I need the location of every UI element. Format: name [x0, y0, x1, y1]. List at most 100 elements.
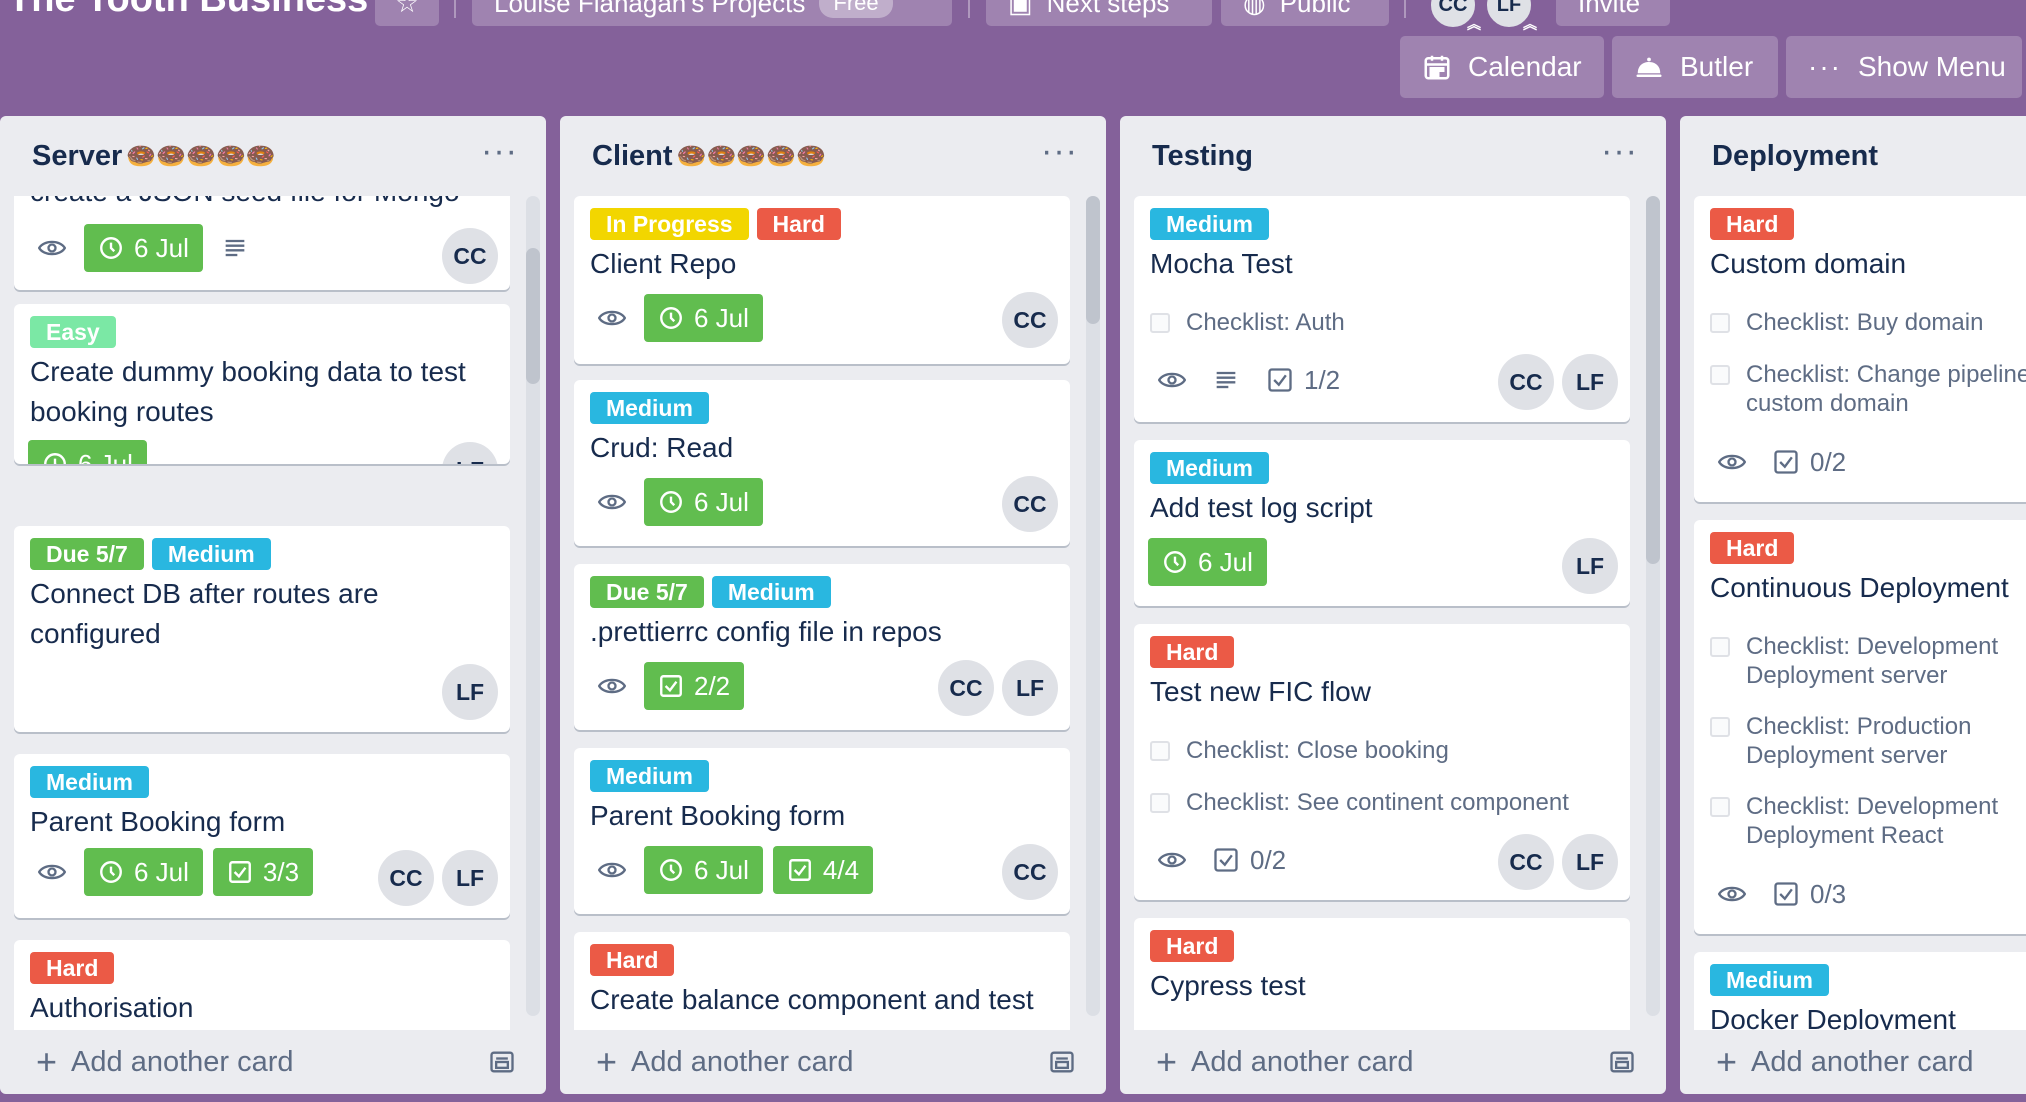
checklist-item[interactable]: Checklist: Change pipeline to custom dom…: [1710, 360, 2026, 418]
visibility-button[interactable]: ◍ Public: [1221, 0, 1389, 26]
list-header[interactable]: Server 🍩🍩🍩🍩🍩 ···: [0, 116, 546, 196]
checklist-item[interactable]: Checklist: Development Deployment React: [1710, 792, 2026, 850]
list-title[interactable]: Server: [32, 140, 122, 173]
checkbox-icon[interactable]: [1710, 797, 1730, 817]
card[interactable]: Medium Mocha Test Checklist: Auth 1/2 CC…: [1134, 196, 1630, 422]
list-scrollbar[interactable]: [1646, 196, 1660, 1016]
label-medium[interactable]: Medium: [1710, 964, 1829, 996]
label-medium[interactable]: Medium: [151, 538, 271, 570]
list-menu-button[interactable]: ···: [1601, 134, 1638, 168]
due-date-badge[interactable]: 6 Jul: [84, 848, 203, 896]
list-scrollbar[interactable]: [1086, 196, 1100, 1016]
list-title[interactable]: Deployment: [1712, 140, 1878, 173]
card[interactable]: Hard Cypress test: [1134, 918, 1630, 1030]
member-avatar[interactable]: LF: [1562, 354, 1618, 410]
label-hard[interactable]: Hard: [1150, 636, 1235, 668]
label-in-progress[interactable]: In Progress: [590, 208, 749, 240]
add-card-button[interactable]: + Add another card: [1156, 1044, 1414, 1080]
member-avatar[interactable]: LF: [442, 664, 498, 720]
scroll-thumb[interactable]: [1086, 196, 1100, 324]
checkbox-icon[interactable]: [1150, 313, 1170, 333]
calendar-button[interactable]: Calendar: [1400, 36, 1604, 98]
next-steps-button[interactable]: ▣ Next steps: [986, 0, 1212, 26]
card[interactable]: create a JSON seed file for Mongo 6 Jul …: [14, 196, 510, 290]
label-medium[interactable]: Medium: [1150, 452, 1269, 484]
label-hard[interactable]: Hard: [1710, 532, 1795, 564]
board-member-avatar[interactable]: LF ︽: [1484, 0, 1537, 31]
label-hard[interactable]: Hard: [1710, 208, 1795, 240]
checklist-item[interactable]: Checklist: Production Deployment server: [1710, 712, 2026, 770]
member-avatar[interactable]: LF: [1002, 660, 1058, 716]
checklist-item[interactable]: Checklist: Close booking: [1150, 736, 1620, 765]
label-hard[interactable]: Hard: [1150, 930, 1235, 962]
checkbox-icon[interactable]: [1150, 741, 1170, 761]
invite-button[interactable]: Invite: [1556, 0, 1670, 26]
label-medium[interactable]: Medium: [1150, 208, 1269, 240]
due-date-badge[interactable]: 6 Jul: [644, 846, 763, 894]
due-date-badge[interactable]: 6 Jul: [644, 294, 763, 342]
label-due[interactable]: Due 5/7: [30, 538, 144, 570]
list-header[interactable]: Deployment: [1680, 116, 2026, 196]
checklist-item[interactable]: Checklist: See continent component: [1150, 788, 1620, 817]
member-avatar[interactable]: LF: [1562, 538, 1618, 594]
member-avatar[interactable]: CC: [1002, 844, 1058, 900]
checkbox-icon[interactable]: [1710, 313, 1730, 333]
card[interactable]: In Progress Hard Client Repo 6 Jul CC: [574, 196, 1070, 364]
list-title[interactable]: Testing: [1152, 140, 1253, 173]
list-title[interactable]: Client: [592, 140, 673, 173]
label-medium[interactable]: Medium: [590, 392, 709, 424]
label-hard[interactable]: Hard: [756, 208, 841, 240]
due-date-badge[interactable]: 6 Jul: [644, 478, 763, 526]
card[interactable]: Due 5/7 Medium .prettierrc config file i…: [574, 564, 1070, 730]
team-button[interactable]: Louise Flanagan's Projects Free: [472, 0, 952, 26]
checklist-badge[interactable]: 1/2: [1258, 356, 1348, 404]
member-avatar[interactable]: LF: [1562, 834, 1618, 890]
list-header[interactable]: Testing ···: [1120, 116, 1666, 196]
label-hard[interactable]: Hard: [590, 944, 675, 976]
card[interactable]: Easy Create dummy booking data to test b…: [14, 304, 510, 464]
checklist-badge[interactable]: 0/3: [1764, 870, 1854, 918]
add-card-button[interactable]: + Add another card: [596, 1044, 854, 1080]
label-hard[interactable]: Hard: [30, 952, 115, 984]
checklist-badge[interactable]: 2/2: [644, 662, 745, 710]
member-avatar[interactable]: CC: [1002, 476, 1058, 532]
show-menu-button[interactable]: ··· Show Menu: [1786, 36, 2022, 98]
butler-button[interactable]: Butler: [1612, 36, 1778, 98]
card-template-icon[interactable]: [1608, 1048, 1636, 1076]
card[interactable]: Hard Continuous Deployment Checklist: De…: [1694, 520, 2026, 934]
member-avatar[interactable]: CC: [378, 850, 434, 906]
member-avatar[interactable]: CC: [1498, 354, 1554, 410]
add-card-button[interactable]: + Add another card: [36, 1044, 294, 1080]
member-avatar[interactable]: CC: [442, 228, 498, 284]
star-button[interactable]: ☆: [375, 0, 439, 26]
list-header[interactable]: Client 🍩🍩🍩🍩🍩 ···: [560, 116, 1106, 196]
checkbox-icon[interactable]: [1710, 637, 1730, 657]
checklist-item[interactable]: Checklist: Buy domain: [1710, 308, 2026, 337]
card[interactable]: Hard Create balance component and test: [574, 932, 1070, 1030]
board-member-avatar[interactable]: CC ︽: [1428, 0, 1481, 31]
card[interactable]: Due 5/7 Medium Connect DB after routes a…: [14, 526, 510, 732]
card[interactable]: Medium Parent Booking form 6 Jul 3/3 CC …: [14, 754, 510, 918]
checklist-badge[interactable]: 3/3: [212, 848, 314, 896]
checklist-badge[interactable]: 0/2: [1204, 836, 1294, 884]
checkbox-icon[interactable]: [1710, 365, 1730, 385]
card[interactable]: Medium Parent Booking form 6 Jul 4/4 CC: [574, 748, 1070, 914]
list-menu-button[interactable]: ···: [481, 134, 518, 168]
member-avatar[interactable]: LF: [442, 850, 498, 906]
card[interactable]: Medium Docker Deployment: [1694, 952, 2026, 1030]
card-template-icon[interactable]: [488, 1048, 516, 1076]
checklist-item[interactable]: Checklist: Auth: [1150, 308, 1620, 337]
checkbox-icon[interactable]: [1710, 717, 1730, 737]
member-avatar[interactable]: CC: [1498, 834, 1554, 890]
add-card-button[interactable]: + Add another card: [1716, 1044, 1974, 1080]
due-date-badge[interactable]: 6 Jul: [84, 224, 203, 272]
card[interactable]: Medium Crud: Read 6 Jul CC: [574, 380, 1070, 546]
card-template-icon[interactable]: [1048, 1048, 1076, 1076]
checkbox-icon[interactable]: [1150, 793, 1170, 813]
scroll-thumb[interactable]: [1646, 196, 1660, 564]
label-medium[interactable]: Medium: [590, 760, 709, 792]
checklist-item[interactable]: Checklist: Development Deployment server: [1710, 632, 2026, 690]
list-menu-button[interactable]: ···: [1041, 134, 1078, 168]
label-medium[interactable]: Medium: [30, 766, 149, 798]
checklist-badge[interactable]: 4/4: [772, 846, 874, 894]
